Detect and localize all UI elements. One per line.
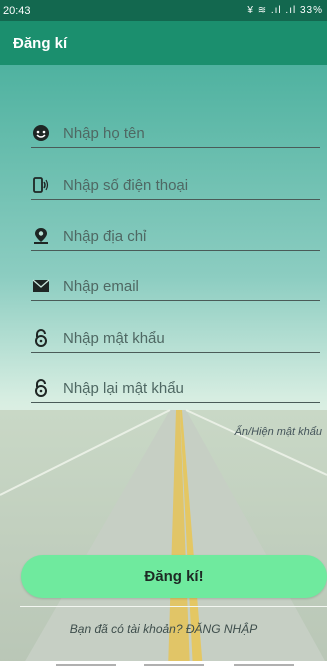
face-icon	[31, 123, 51, 143]
fullname-input[interactable]	[63, 124, 303, 142]
email-field[interactable]	[31, 272, 320, 301]
password-field[interactable]	[31, 324, 320, 353]
phone-icon	[31, 175, 51, 195]
nav-bar	[0, 661, 327, 670]
address-field[interactable]	[31, 222, 320, 251]
phone-input[interactable]	[63, 176, 303, 194]
register-button[interactable]: Đăng kí!	[21, 555, 327, 598]
toggle-password-link[interactable]: Ẩn/Hiện mật khẩu	[235, 426, 322, 438]
divider	[20, 606, 327, 607]
lock-icon	[31, 328, 51, 348]
register-form: Ẩn/Hiện mật khẩu Đăng kí! Bạn đã có tài …	[0, 65, 327, 670]
fullname-field[interactable]	[31, 119, 320, 148]
app-bar: Đăng kí	[0, 21, 327, 65]
status-time: 20:43	[3, 4, 31, 17]
nav-back[interactable]	[56, 664, 116, 666]
nav-home[interactable]	[144, 664, 204, 666]
email-input[interactable]	[63, 277, 303, 295]
page-title: Đăng kí	[13, 34, 68, 52]
nav-recents[interactable]	[234, 664, 294, 666]
status-icons: ¥ ≋ .ıl .ıl 33%	[247, 5, 323, 16]
login-link[interactable]: Bạn đã có tài khoản? ĐĂNG NHẬP	[0, 622, 327, 636]
confirm-password-field[interactable]	[31, 374, 320, 403]
phone-field[interactable]	[31, 171, 320, 200]
address-input[interactable]	[63, 227, 303, 245]
lock-icon	[31, 378, 51, 398]
confirm-password-input[interactable]	[63, 379, 303, 397]
status-bar: 20:43 ¥ ≋ .ıl .ıl 33%	[0, 0, 327, 21]
mail-icon	[31, 276, 51, 296]
password-input[interactable]	[63, 329, 303, 347]
location-icon	[31, 226, 51, 246]
